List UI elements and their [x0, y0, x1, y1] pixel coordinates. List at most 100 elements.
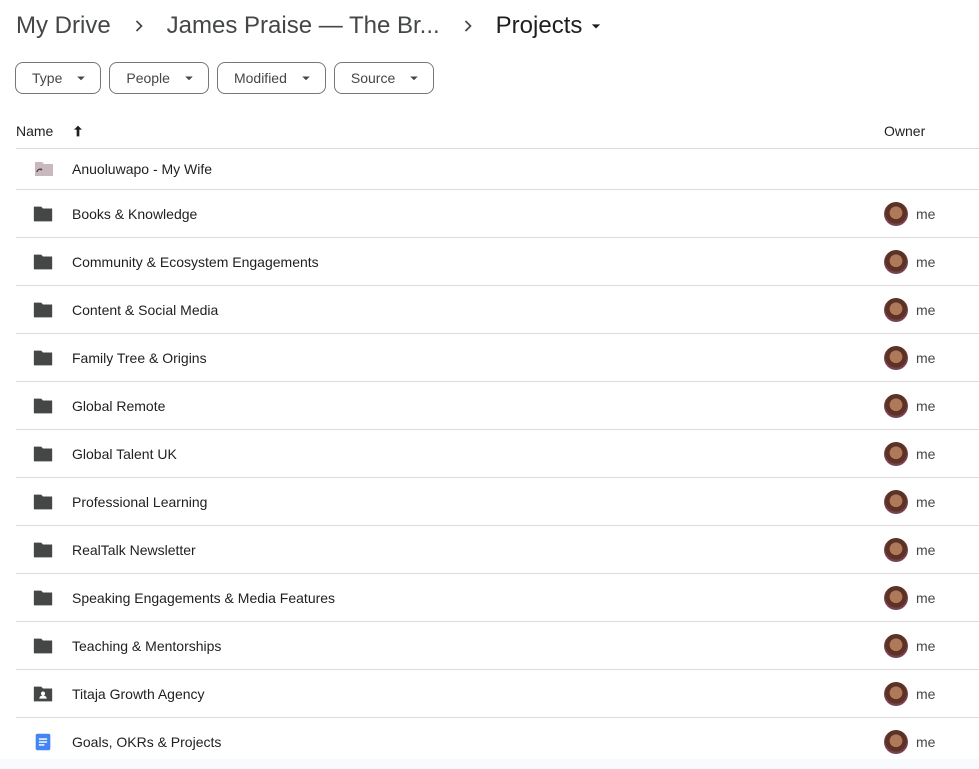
row-owner: me — [884, 345, 936, 370]
owner-label: me — [916, 205, 936, 222]
caret-down-icon — [297, 69, 315, 87]
row-name: Titaja Growth Agency — [72, 685, 205, 702]
filter-type-button[interactable]: Type — [15, 62, 102, 94]
table-row[interactable]: Titaja Growth Agency me — [16, 670, 979, 718]
row-owner: me — [884, 585, 936, 610]
caret-down-icon — [180, 69, 198, 87]
folder-icon — [16, 443, 72, 465]
filter-chips: Type People Modified Source — [15, 62, 442, 94]
row-owner: me — [884, 249, 936, 274]
row-name: Global Remote — [72, 397, 166, 414]
avatar — [884, 393, 908, 418]
owner-label: me — [916, 589, 936, 606]
row-name: Goals, OKRs & Projects — [72, 733, 222, 750]
row-name: Anuoluwapo - My Wife — [72, 161, 213, 177]
column-header-owner[interactable]: Owner — [884, 123, 925, 139]
breadcrumb-current-label: Projects — [495, 12, 583, 39]
row-name: RealTalk Newsletter — [72, 541, 196, 558]
row-name: Content & Social Media — [72, 301, 219, 318]
avatar — [884, 297, 908, 322]
row-owner: me — [884, 489, 936, 514]
avatar — [884, 681, 908, 706]
google-doc-icon — [16, 731, 72, 753]
row-name: Family Tree & Origins — [72, 349, 207, 366]
table-row[interactable]: Community & Ecosystem Engagements me — [16, 238, 979, 286]
column-header-name[interactable]: Name — [16, 122, 87, 140]
breadcrumb: My Drive James Praise — The Br... Projec… — [16, 8, 606, 44]
avatar — [884, 585, 908, 610]
owner-label: me — [916, 685, 936, 702]
chevron-right-icon — [440, 16, 496, 36]
row-owner: me — [884, 681, 936, 706]
row-owner: me — [884, 201, 936, 226]
row-name: Global Talent UK — [72, 445, 177, 462]
table-row[interactable]: Teaching & Mentorships me — [16, 622, 979, 670]
arrow-up-sort-icon[interactable] — [69, 122, 87, 140]
row-owner: me — [884, 537, 936, 562]
owner-label: me — [916, 493, 936, 510]
row-name: Speaking Engagements & Media Features — [72, 589, 336, 606]
table-row[interactable]: Anuoluwapo - My Wife — [16, 149, 979, 190]
filter-source-button[interactable]: Source — [333, 62, 435, 94]
breadcrumb-my-drive[interactable]: My Drive — [16, 12, 111, 40]
row-name: Books & Knowledge — [72, 205, 198, 222]
owner-label: me — [916, 637, 936, 654]
row-owner: me — [884, 633, 936, 658]
caret-down-icon — [72, 69, 90, 87]
caret-down-icon — [592, 24, 601, 29]
table-row[interactable]: Family Tree & Origins me — [16, 334, 979, 382]
breadcrumb-current-folder[interactable]: Projects — [496, 12, 607, 40]
filter-people-button[interactable]: People — [109, 62, 209, 94]
bottom-edge — [0, 759, 979, 769]
owner-label: me — [916, 397, 936, 414]
avatar — [884, 537, 908, 562]
avatar — [884, 201, 908, 226]
folder-icon — [16, 251, 72, 273]
owner-label: me — [916, 445, 936, 462]
folder-icon — [16, 635, 72, 657]
folder-icon — [16, 395, 72, 417]
row-name: Teaching & Mentorships — [72, 637, 222, 654]
owner-label: me — [916, 349, 936, 366]
owner-label: me — [916, 301, 936, 318]
chevron-right-icon — [111, 16, 167, 36]
row-owner: me — [884, 393, 936, 418]
folder-icon — [16, 299, 72, 321]
table-row[interactable]: RealTalk Newsletter me — [16, 526, 979, 574]
folder-icon — [16, 347, 72, 369]
table-row[interactable]: Global Remote me — [16, 382, 979, 430]
filter-modified-label: Modified — [233, 70, 287, 86]
row-name: Professional Learning — [72, 493, 208, 510]
avatar — [884, 489, 908, 514]
folder-icon — [16, 587, 72, 609]
owner-label: me — [916, 733, 936, 750]
owner-label: me — [916, 253, 936, 270]
avatar — [884, 729, 908, 754]
breadcrumb-parent-folder[interactable]: James Praise — The Br... — [167, 12, 440, 40]
filter-modified-button[interactable]: Modified — [216, 62, 326, 94]
table-row[interactable]: Global Talent UK me — [16, 430, 979, 478]
filter-type-label: Type — [32, 70, 63, 86]
row-owner: me — [884, 441, 936, 466]
table-row[interactable]: Professional Learning me — [16, 478, 979, 526]
filter-source-label: Source — [350, 70, 396, 86]
row-owner: me — [884, 297, 936, 322]
avatar — [884, 345, 908, 370]
table-row[interactable]: Content & Social Media me — [16, 286, 979, 334]
row-name: Community & Ecosystem Engagements — [72, 253, 319, 270]
shared-folder-icon — [16, 683, 72, 705]
filter-people-label: People — [126, 70, 170, 86]
table-row[interactable]: Speaking Engagements & Media Features me — [16, 574, 979, 622]
row-owner: me — [884, 729, 936, 754]
avatar — [884, 441, 908, 466]
table-header: Name Owner — [16, 114, 979, 149]
folder-icon — [16, 203, 72, 225]
folder-icon — [16, 491, 72, 513]
shared-shortcut-folder-icon — [16, 157, 72, 181]
file-list: Anuoluwapo - My Wife Books & Knowledge m… — [16, 149, 979, 766]
column-header-name-label: Name — [16, 123, 54, 139]
table-row[interactable]: Books & Knowledge me — [16, 190, 979, 238]
caret-down-icon — [405, 69, 423, 87]
owner-label: me — [916, 541, 936, 558]
avatar — [884, 633, 908, 658]
